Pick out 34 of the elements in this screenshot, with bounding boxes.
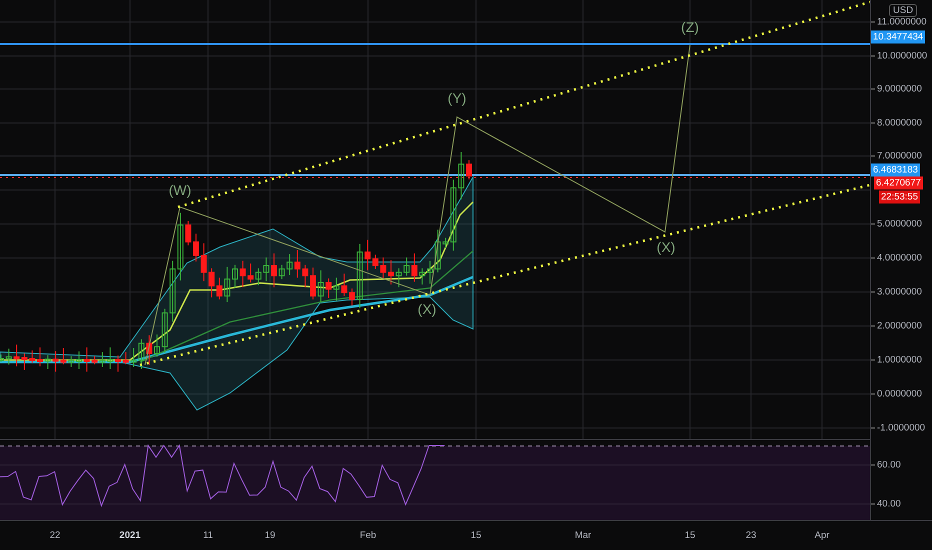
time-axis-label: 15 [684,530,696,541]
countdown-tag: 22:53:55 [879,190,920,204]
time-axis-label: 11 [203,530,213,541]
wave-label: (Y) [448,90,466,106]
time-axis-label: Feb [360,530,376,541]
time-axis-label: 15 [470,530,482,541]
price-axis-label: 11.0000000 [877,16,926,28]
wave-label: (X) [418,301,436,317]
wave-label: (W) [168,182,192,198]
price-axis-label: 7.0000000 [877,150,922,162]
price-axis-label: 10.0000000 [877,50,928,62]
time-axis-label: 22 [50,530,60,541]
price-axis-label: -1.0000000 [877,422,926,434]
price-tag: 6.4683183 [871,164,920,176]
rsi-axis-label: 40.00 [877,498,901,510]
price-axis-label: 1.0000000 [877,354,922,366]
time-axis-label: Apr [814,530,830,541]
time-axis-label: 19 [264,530,276,541]
price-axis-label: 5.0000000 [877,218,922,230]
price-axis-label: 4.0000000 [877,252,922,264]
price-axis-label: 2.0000000 [877,320,922,332]
time-axis-label: 23 [746,530,756,541]
price-axis-label: 8.0000000 [877,118,922,128]
price-axis-label: 3.0000000 [877,286,922,298]
time-axis-label: 2021 [119,530,141,541]
price-axis-label: 9.0000000 [877,84,922,94]
wave-label: (X) [656,239,676,255]
price-axis-label: 0.0000000 [877,388,922,400]
rsi-axis-label: 60.00 [877,460,901,470]
time-axis-label: Mar [574,530,592,541]
price-tag: 10.3477434 [871,30,926,44]
currency-label[interactable]: USD [889,4,918,17]
price-tag: 6.4270677 [874,176,923,190]
wave-label: (Z) [681,19,699,35]
